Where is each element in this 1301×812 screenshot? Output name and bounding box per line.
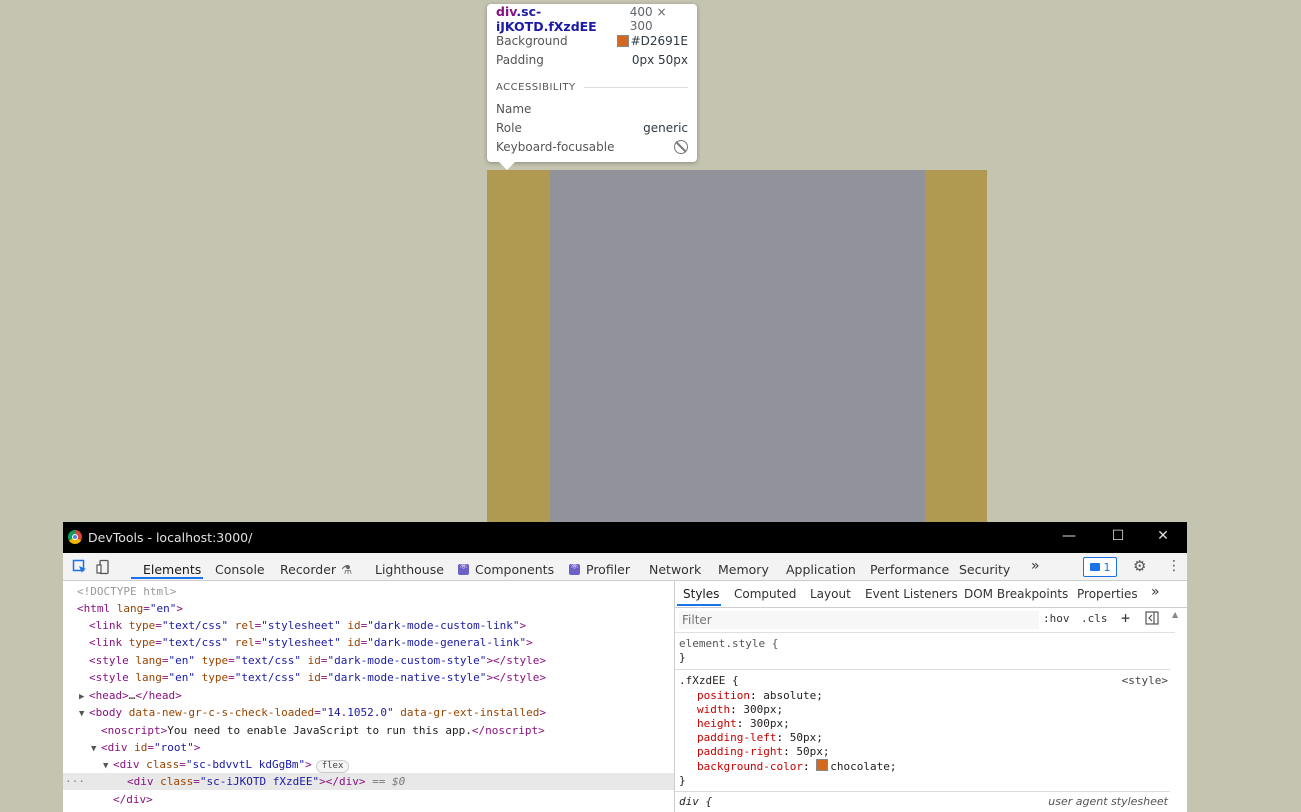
tab-console[interactable]: Console [215, 559, 265, 579]
cls-button[interactable]: .cls [1081, 612, 1108, 625]
not-allowed-icon [674, 140, 688, 154]
declaration-height[interactable]: height: 300px; [697, 717, 790, 731]
declaration-width[interactable]: width: 300px; [697, 703, 783, 717]
main-tabbar: Elements Console Recorder⚗ Lighthouse Co… [63, 553, 1187, 581]
dom-line-head[interactable]: ▶ <head>…</head> [79, 687, 182, 704]
issues-badge[interactable]: 1 [1083, 557, 1117, 577]
styles-tabbar: Styles Computed Layout Event Listeners D… [675, 581, 1187, 608]
color-swatch[interactable] [816, 759, 829, 771]
elements-dom-tree: <!DOCTYPE html> <html lang="en"> <link t… [63, 581, 674, 812]
tab-lighthouse[interactable]: Lighthouse [375, 559, 444, 579]
rule-close: } [679, 774, 686, 787]
new-rule-button[interactable]: + [1121, 609, 1130, 627]
collapse-triangle-icon[interactable]: ▼ [91, 741, 101, 758]
close-button[interactable]: ✕ [1153, 528, 1173, 546]
tab-memory[interactable]: Memory [718, 559, 769, 579]
tooltip-row-name: Name [496, 102, 532, 116]
tab-components[interactable]: Components [458, 559, 554, 579]
tooltip-arrow [499, 162, 515, 170]
styles-filter-input[interactable] [679, 611, 1039, 629]
tab-elements[interactable]: Elements [143, 559, 201, 579]
tooltip-row-padding: Padding 0px 50px [496, 53, 688, 67]
rule-separator [675, 791, 1170, 792]
tooltip-row-role: Role generic [496, 121, 688, 135]
chrome-icon [68, 530, 82, 544]
window-titlebar: DevTools - localhost:3000/ — ☐ ✕ [63, 522, 1187, 553]
more-options-icon[interactable]: ⋮ [1167, 556, 1181, 576]
toggle-sidebar-icon[interactable] [1145, 611, 1159, 628]
scroll-up-arrow-icon[interactable]: ▲ [1172, 610, 1178, 619]
tab-profiler[interactable]: Profiler [569, 559, 630, 579]
react-icon [458, 561, 469, 575]
tab-network[interactable]: Network [649, 559, 701, 579]
tab-computed[interactable]: Computed [734, 587, 796, 601]
window-title: DevTools - localhost:3000/ [88, 530, 253, 545]
declaration-padding-left[interactable]: padding-left: 50px; [697, 731, 823, 745]
settings-gear-icon[interactable]: ⚙ [1133, 556, 1146, 576]
color-swatch [616, 35, 629, 47]
react-icon [569, 561, 580, 575]
minimize-button[interactable]: — [1059, 528, 1079, 546]
tab-application[interactable]: Application [786, 559, 856, 579]
rule-separator [675, 669, 1170, 670]
highlight-content-box [550, 170, 925, 522]
hov-button[interactable]: :hov [1043, 612, 1070, 625]
maximize-button[interactable]: ☐ [1108, 528, 1128, 546]
inspect-element-icon[interactable] [72, 557, 88, 577]
more-tabs-icon[interactable]: » [1031, 556, 1040, 576]
dom-line-root[interactable]: ▼ <div id="root"> [91, 739, 200, 756]
dom-line-container[interactable]: ▼ <div class="sc-bdvvtL kdGgBm"> flex [103, 756, 350, 773]
active-styles-tab-indicator [677, 604, 721, 606]
ua-rule-selector[interactable]: div { [679, 795, 712, 809]
ellipsis-icon[interactable]: ··· [63, 773, 127, 790]
tab-properties[interactable]: Properties [1077, 587, 1138, 601]
tooltip-row-focusable: Keyboard-focusable [496, 138, 688, 156]
tooltip-accessibility-heading: ACCESSIBILITY [496, 82, 688, 93]
declaration-padding-right[interactable]: padding-right: 50px; [697, 745, 829, 759]
dom-line-close-div[interactable]: </div> [113, 791, 153, 808]
tab-recorder[interactable]: Recorder ⚗ [280, 559, 352, 579]
collapse-triangle-icon[interactable]: ▼ [79, 706, 89, 723]
more-tabs-icon[interactable]: » [1151, 584, 1160, 600]
dom-line-html[interactable]: <html lang="en"> [77, 600, 183, 617]
tab-performance[interactable]: Performance [870, 559, 949, 579]
ua-stylesheet-label: user agent stylesheet [1048, 795, 1168, 808]
tooltip-header: div.sc-iJKOTD.fXzdEE 400 × 300 [496, 4, 688, 34]
message-icon [1089, 563, 1100, 571]
dom-line-selected[interactable]: ··· <div class="sc-iJKOTD fXzdEE"></div> … [63, 773, 674, 790]
active-tab-indicator [131, 577, 203, 579]
dom-line-doctype[interactable]: <!DOCTYPE html> [77, 583, 176, 600]
tooltip-tag: div [496, 4, 517, 19]
tab-security[interactable]: Security [959, 559, 1010, 579]
rule-source-link[interactable]: <style> [1122, 674, 1168, 687]
tooltip-dimensions: 400 × 300 [629, 5, 667, 33]
dom-line-link-general[interactable]: <link type="text/css" rel="stylesheet" i… [89, 634, 533, 651]
styles-rules: element.style { } .fXzdEE { <style> posi… [675, 633, 1170, 812]
tooltip-row-background: Background #D2691E [496, 34, 688, 48]
flex-badge[interactable]: flex [315, 760, 350, 773]
tab-styles[interactable]: Styles [683, 587, 719, 601]
dom-line-link-custom[interactable]: <link type="text/css" rel="stylesheet" i… [89, 617, 526, 634]
element-style-close: } [679, 651, 686, 664]
device-toolbar-icon[interactable] [96, 557, 112, 577]
element-style-selector[interactable]: element.style { [679, 637, 778, 651]
styles-filter-row: :hov .cls + [675, 608, 1175, 633]
inspect-tooltip: div.sc-iJKOTD.fXzdEE 400 × 300 Backgroun… [487, 4, 697, 170]
tab-layout[interactable]: Layout [810, 587, 851, 601]
rule-selector[interactable]: .fXzdEE { [679, 674, 739, 688]
dom-line-noscript[interactable]: <noscript>You need to enable JavaScript … [101, 722, 545, 739]
dom-line-style-native[interactable]: <style lang="en" type="text/css" id="dar… [89, 669, 546, 686]
flask-icon: ⚗ [341, 561, 353, 577]
dom-line-style-custom[interactable]: <style lang="en" type="text/css" id="dar… [89, 652, 546, 669]
devtools-window: DevTools - localhost:3000/ — ☐ ✕ Element… [63, 522, 1187, 812]
declaration-position[interactable]: position: absolute; [697, 689, 823, 703]
tab-dom-breakpoints[interactable]: DOM Breakpoints [964, 587, 1068, 601]
dom-line-body[interactable]: ▼ <body data-new-gr-c-s-check-loaded="14.… [79, 704, 546, 721]
tab-event-listeners[interactable]: Event Listeners [865, 587, 958, 601]
declaration-background-color[interactable]: background-color: chocolate; [697, 759, 896, 773]
